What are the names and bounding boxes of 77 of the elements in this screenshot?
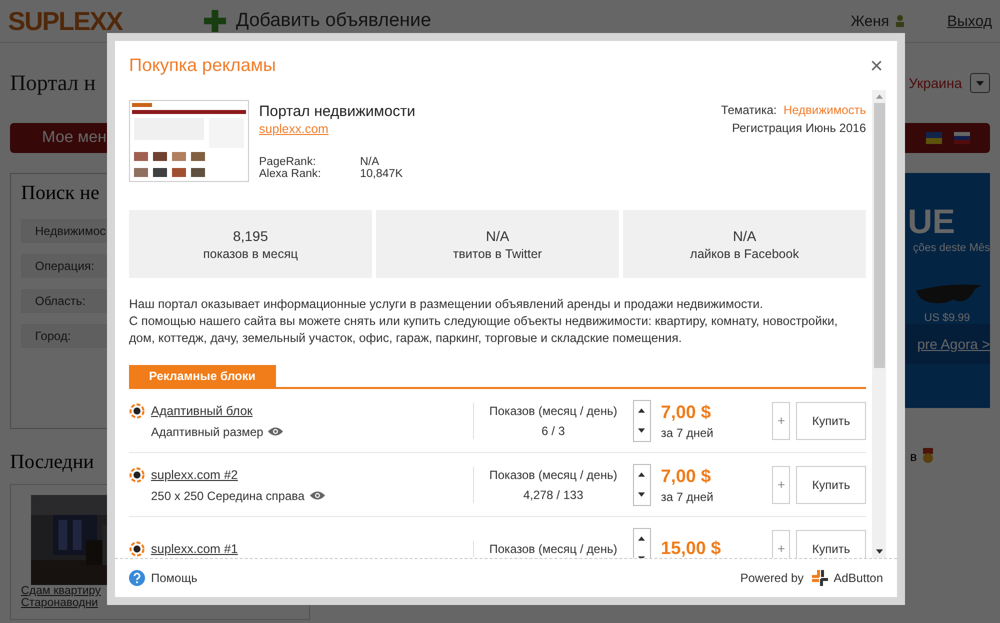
add-button[interactable]: +	[772, 402, 790, 440]
eye-icon[interactable]	[267, 426, 284, 438]
period-stepper[interactable]	[632, 528, 651, 558]
logout-link[interactable]: Выход	[947, 12, 992, 30]
tab[interactable]: Рекламные блоки	[129, 365, 276, 388]
ad-headline: UE	[908, 203, 956, 242]
scrollbar[interactable]	[872, 90, 886, 558]
ad-block-size: Адаптивный размер	[151, 424, 264, 439]
ad-subline: ções deste Mês	[912, 242, 990, 254]
buy-button[interactable]: Купить	[796, 466, 866, 504]
ad-price: US $9.99	[924, 312, 971, 324]
menu-button[interactable]: Мое мен	[42, 129, 106, 147]
topic-label: Тематика:	[721, 103, 777, 118]
site-logo[interactable]: SUPLEXX	[8, 6, 198, 36]
price-period: за 7 дней	[660, 426, 714, 440]
metric-label: PageRank:	[259, 156, 317, 168]
site-name: Портал недвижимости	[259, 103, 416, 120]
metric-label: Alexa Rank:	[259, 168, 322, 180]
caret-icon	[976, 80, 984, 86]
add-button[interactable]: +	[772, 466, 790, 504]
ad-block-link[interactable]: suplexx.com #2	[151, 468, 238, 482]
site-link[interactable]: suplexx.com	[259, 122, 328, 136]
ad-block-link[interactable]: suplexx.com #1	[151, 542, 238, 556]
impressions-label: Показов (месяц / день)	[489, 542, 618, 556]
stat-value: N/A	[486, 228, 510, 244]
region-label: Украина	[908, 75, 962, 91]
topic-value: Недвижимость	[783, 103, 866, 118]
page-title: Портал н	[10, 70, 96, 96]
price: 7,00 $	[660, 466, 712, 487]
stat-label: лайков в Facebook	[690, 246, 799, 261]
brand-logo-icon	[812, 570, 828, 586]
stat-label: твитов в Twitter	[453, 246, 542, 261]
up-arrow-icon[interactable]	[638, 408, 646, 414]
down-arrow-icon[interactable]	[638, 492, 646, 498]
user-icon	[895, 15, 906, 27]
help-link[interactable]: Помощь	[129, 570, 198, 586]
up-arrow-icon[interactable]	[638, 536, 646, 542]
period-stepper[interactable]	[632, 464, 651, 506]
impressions-label: Показов (месяц / день)	[489, 468, 618, 482]
ad-block-size: 250 x 250 Середина справа	[151, 488, 305, 503]
medal-icon	[920, 448, 935, 464]
down-arrow-icon[interactable]	[638, 428, 646, 434]
radio-icon[interactable]	[129, 540, 145, 557]
dialog-title: Покупка рекламы	[129, 55, 277, 76]
eye-icon[interactable]	[308, 490, 326, 502]
impressions-value: 4,278 / 133	[523, 488, 584, 502]
ad-block-link[interactable]: Адаптивный блок	[151, 404, 252, 418]
price-period: за 7 дней	[660, 490, 714, 504]
plus-icon	[204, 10, 226, 32]
add-listing-link[interactable]: Добавить объявление	[204, 10, 432, 32]
registration-date: Регистрация Июнь 2016	[730, 121, 866, 136]
up-arrow-icon[interactable]	[638, 472, 646, 478]
metric-value: 10,847K	[360, 168, 403, 180]
price: 7,00 $	[660, 402, 712, 423]
stat-value: 8,195	[232, 228, 268, 244]
down-arrow-icon[interactable]	[876, 549, 882, 554]
region-dropdown[interactable]	[970, 73, 990, 93]
impressions-label: Показов (месяц / день)	[489, 404, 618, 418]
buy-button[interactable]: Купить	[796, 402, 866, 440]
user-link[interactable]: Женя	[850, 12, 890, 30]
period-stepper[interactable]	[632, 400, 651, 442]
side-text: в	[910, 448, 917, 464]
impressions-value: 6 / 3	[542, 424, 565, 438]
price: 15,00 $	[660, 538, 722, 558]
help-icon	[129, 570, 145, 586]
flag-icon[interactable]	[954, 132, 970, 144]
metric-value: N/A	[360, 156, 380, 168]
powered-by-text: Powered by	[740, 571, 804, 586]
stat-value: N/A	[732, 228, 756, 244]
brand-name: AdButton	[834, 571, 883, 586]
section-title: Последни	[10, 451, 95, 474]
radio-icon[interactable]	[129, 402, 145, 419]
search-title: Поиск не	[21, 182, 100, 205]
buy-button[interactable]: Купить	[796, 530, 866, 558]
add-button[interactable]: +	[772, 530, 790, 558]
close-button[interactable]: ×	[866, 52, 887, 79]
radio-icon[interactable]	[129, 466, 145, 483]
